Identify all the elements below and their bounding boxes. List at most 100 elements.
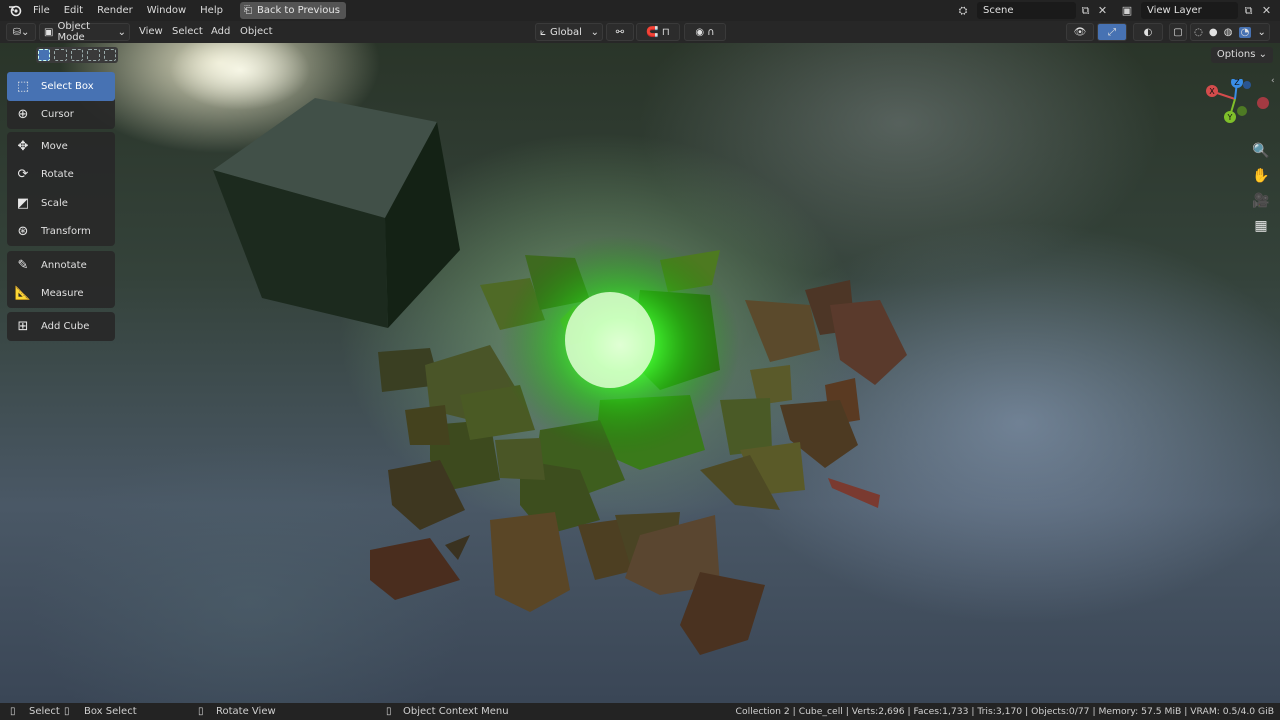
overlay-icon: ◐ xyxy=(1143,26,1153,38)
pivot-button[interactable]: ⚯ xyxy=(606,23,634,41)
xray-icon: ▢ xyxy=(1173,26,1183,38)
zoom-icon[interactable]: 🔍 xyxy=(1250,140,1272,162)
material-shading-icon[interactable]: ◍ xyxy=(1224,27,1233,38)
menu-add[interactable]: Add xyxy=(211,21,230,43)
status-rotate-view: Rotate View xyxy=(216,706,276,717)
object-mode-icon: ▣ xyxy=(44,26,54,38)
editor-type-button[interactable]: ⛁⌄ xyxy=(6,23,36,41)
tool-move[interactable]: ✥ Move xyxy=(7,132,115,161)
menu-help[interactable]: Help xyxy=(193,0,230,21)
perspective-grid-icon[interactable]: ▦ xyxy=(1250,215,1272,237)
select-box-icon: ⬚ xyxy=(16,78,30,94)
tool-label: Annotate xyxy=(41,259,87,271)
mouse-middle-icon: ▯ xyxy=(198,706,204,717)
gizmo-toggle-button[interactable]: ⤢ xyxy=(1097,23,1127,41)
proportional-edit-button[interactable]: ◉ ∩ xyxy=(684,23,726,41)
menu-object[interactable]: Object xyxy=(240,21,273,43)
tool-label: Add Cube xyxy=(41,320,90,332)
toolbar-group-transform: ✥ Move ⟳ Rotate ◩ Scale ⊛ Transform xyxy=(7,132,115,246)
view-layer-field[interactable]: View Layer xyxy=(1141,2,1238,19)
status-context-menu: Object Context Menu xyxy=(403,706,509,717)
select-subtract-icon[interactable] xyxy=(70,49,84,61)
navigation-gizmo[interactable]: X Y Z xyxy=(1200,76,1275,139)
mouse-left-drag-icon: ▯ xyxy=(64,706,70,717)
status-bar: ▯ Select ▯ Box Select ▯ Rotate View ▯ Ob… xyxy=(0,703,1280,720)
tool-label: Move xyxy=(41,140,68,152)
tool-add-cube[interactable]: ⊞ Add Cube xyxy=(7,312,115,341)
viewport-header: ⛁⌄ ▣ Object Mode ⌄ View Select Add Objec… xyxy=(0,21,1280,43)
cube-object xyxy=(213,98,460,328)
mouse-left-icon: ▯ xyxy=(10,706,16,717)
mouse-right-icon: ▯ xyxy=(386,706,392,717)
rendered-shading-icon[interactable]: ◔ xyxy=(1238,26,1252,38)
scale-icon: ◩ xyxy=(16,195,30,211)
select-invert-icon[interactable] xyxy=(87,49,100,61)
new-scene-icon[interactable]: ⧉ xyxy=(1078,3,1093,18)
snap-button[interactable]: 🧲 ⊓ xyxy=(636,23,680,41)
select-intersect-icon[interactable] xyxy=(103,49,117,61)
blender-logo-icon[interactable] xyxy=(4,0,26,21)
camera-view-icon[interactable]: 🎥 xyxy=(1250,190,1272,212)
gizmo-z-label: Z xyxy=(1234,79,1240,87)
status-select: Select xyxy=(29,706,60,717)
tool-rotate[interactable]: ⟳ Rotate xyxy=(7,161,115,190)
toolbar-group-select: ⬚ Select Box ⊕ Cursor xyxy=(7,72,115,129)
rotate-icon: ⟳ xyxy=(17,167,29,183)
mode-selector[interactable]: ▣ Object Mode ⌄ xyxy=(39,21,130,43)
gizmo-x-label: X xyxy=(1209,87,1215,96)
tool-label: Cursor xyxy=(41,109,74,121)
overlay-button[interactable]: ◐ xyxy=(1133,23,1163,41)
back-to-previous-button[interactable]: ⎗ Back to Previous xyxy=(239,2,346,19)
chevron-down-icon: ⌄ xyxy=(590,26,599,38)
back-icon: ⎗ xyxy=(243,5,252,16)
toolbar-group-annotate: ✎ Annotate 📐 Measure xyxy=(7,251,115,308)
scene-render xyxy=(170,43,907,655)
menu-edit[interactable]: Edit xyxy=(57,0,90,21)
tool-cursor[interactable]: ⊕ Cursor xyxy=(7,101,115,130)
snap-icon: 🧲 ⊓ xyxy=(646,26,670,38)
solid-shading-icon[interactable]: ● xyxy=(1209,27,1218,38)
tool-label: Scale xyxy=(41,197,68,209)
delete-view-layer-icon[interactable]: ✕ xyxy=(1259,3,1274,18)
chevron-down-icon: ⌄ xyxy=(117,26,126,38)
tool-select-box[interactable]: ⬚ Select Box xyxy=(7,72,115,101)
orientation-selector[interactable]: ⟀ Global ⌄ xyxy=(535,23,603,41)
tool-scale[interactable]: ◩ Scale xyxy=(7,189,115,218)
select-new-icon[interactable] xyxy=(38,49,51,61)
scene-statistics: Collection 2 | Cube_cell | Verts:2,696 |… xyxy=(735,706,1274,717)
xray-button[interactable]: ▢ xyxy=(1169,23,1187,41)
toolbar-group-add: ⊞ Add Cube xyxy=(7,312,115,341)
delete-scene-icon[interactable]: ✕ xyxy=(1095,3,1110,18)
view-layer-icon[interactable]: ▣ xyxy=(1117,3,1137,18)
selection-mode-buttons[interactable] xyxy=(36,47,118,63)
move-icon: ✥ xyxy=(17,138,29,154)
menu-view[interactable]: View xyxy=(139,21,163,43)
3d-viewport[interactable]: ⬚ Select Box ⊕ Cursor ✥ Move ⟳ Rotate ◩ … xyxy=(0,43,1280,703)
hand-pan-icon[interactable]: ✋ xyxy=(1250,165,1272,187)
cursor-icon: ⊕ xyxy=(17,107,29,123)
select-extend-icon[interactable] xyxy=(54,49,67,61)
annotate-icon: ✎ xyxy=(17,257,29,273)
wireframe-shading-icon[interactable]: ◌ xyxy=(1194,27,1203,38)
visibility-button[interactable]: 👁 xyxy=(1066,23,1094,41)
options-dropdown[interactable]: Options ⌄ xyxy=(1210,47,1273,63)
menu-select[interactable]: Select xyxy=(172,21,203,43)
menu-render[interactable]: Render xyxy=(90,0,140,21)
shading-modes[interactable]: ◌ ● ◍ ◔ ⌄ xyxy=(1190,23,1270,41)
pivot-icon: ⚯ xyxy=(615,26,625,38)
menu-file[interactable]: File xyxy=(26,0,57,21)
scene-icon[interactable]: ⛭ xyxy=(953,3,973,18)
tool-transform[interactable]: ⊛ Transform xyxy=(7,218,115,247)
scene-field[interactable]: Scene xyxy=(977,2,1076,19)
mode-label: Object Mode xyxy=(57,21,91,43)
editor-type-icon: ⛁⌄ xyxy=(12,26,30,38)
tool-annotate[interactable]: ✎ Annotate xyxy=(7,251,115,280)
gizmo-y-label: Y xyxy=(1227,113,1233,122)
eye-icon: 👁 xyxy=(1073,26,1087,38)
tool-measure[interactable]: 📐 Measure xyxy=(7,280,115,309)
chevron-down-icon[interactable]: ⌄ xyxy=(1258,27,1266,38)
tool-label: Rotate xyxy=(41,169,74,181)
transform-icon: ⊛ xyxy=(17,224,29,240)
menu-window[interactable]: Window xyxy=(140,0,193,21)
new-view-layer-icon[interactable]: ⧉ xyxy=(1241,3,1256,18)
